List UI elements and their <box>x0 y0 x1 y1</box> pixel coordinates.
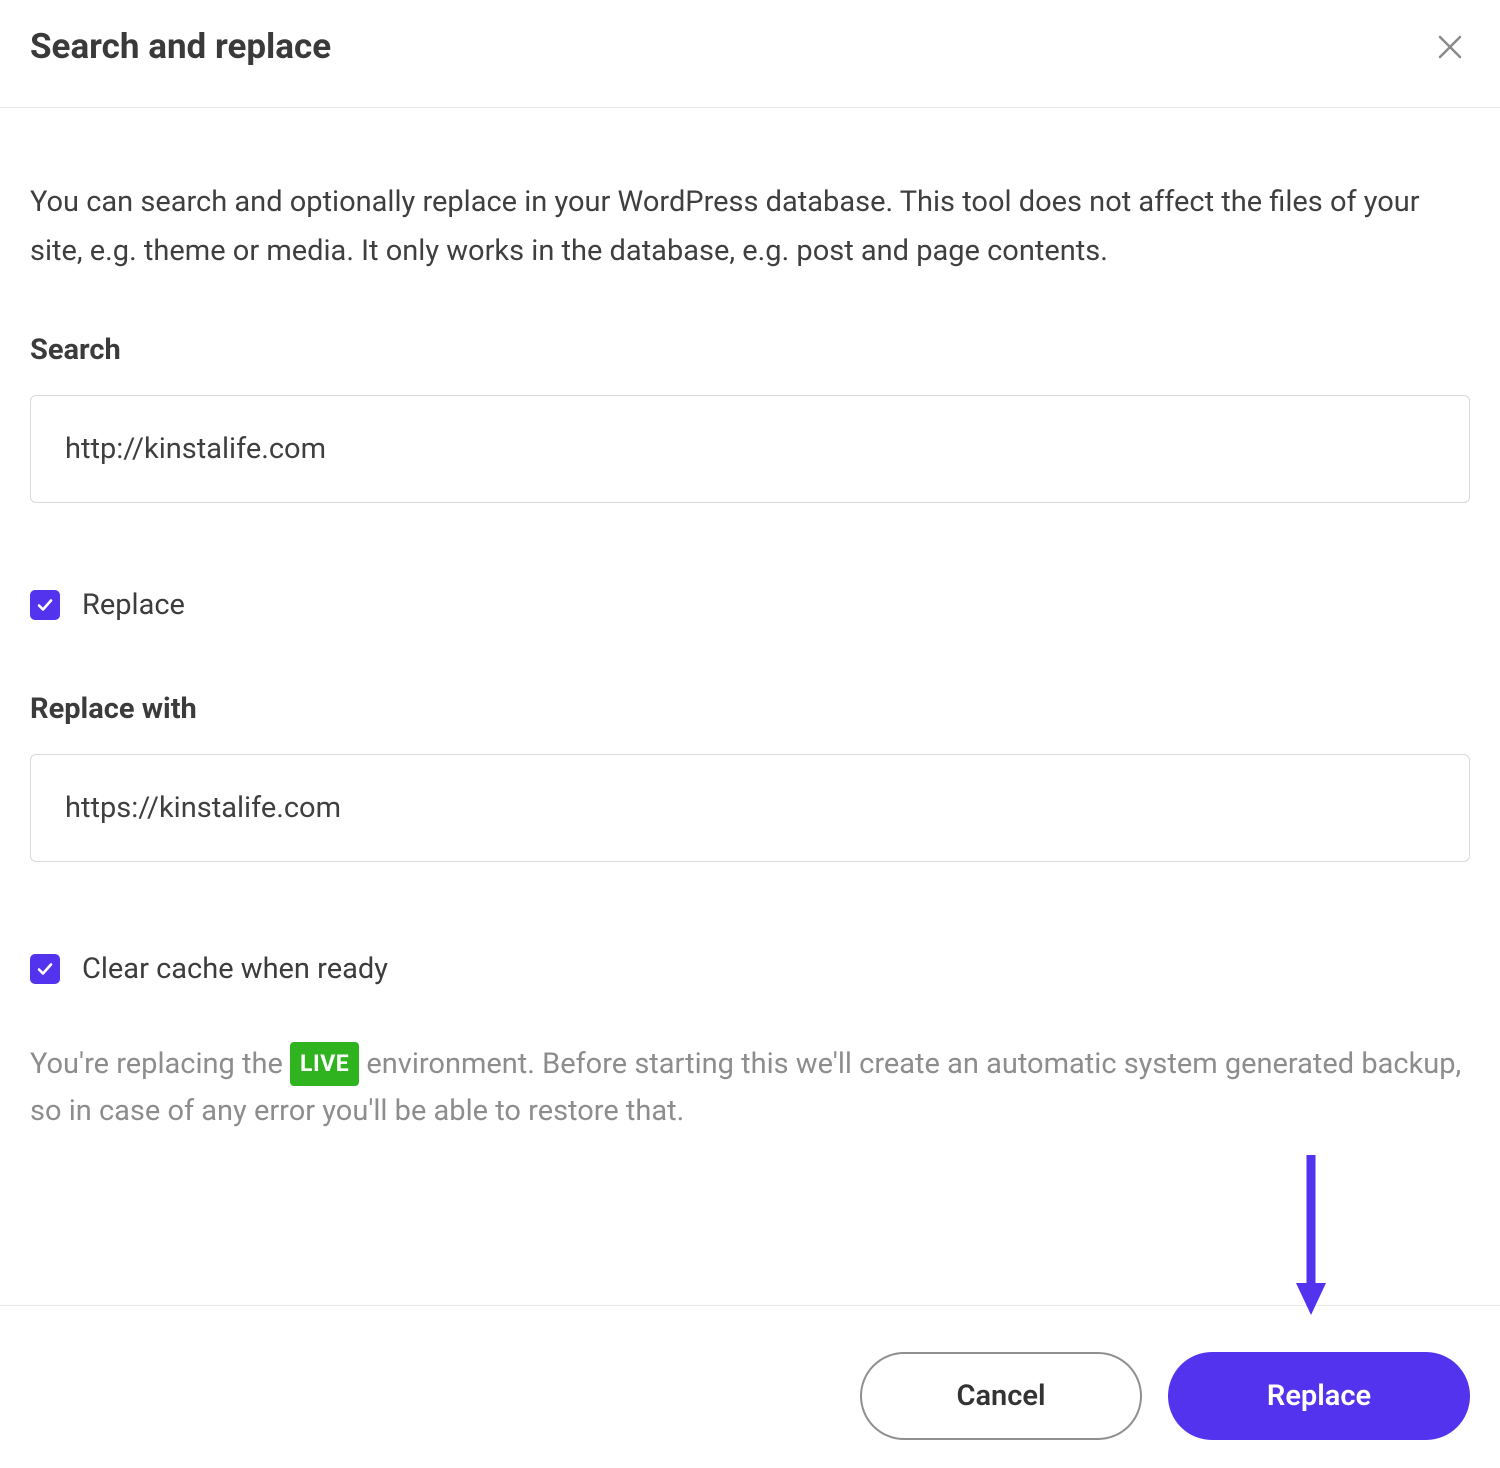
modal-title: Search and replace <box>30 26 331 67</box>
modal-footer: Cancel Replace <box>0 1323 1500 1468</box>
replace-button-label: Replace <box>1267 1379 1371 1413</box>
note-prefix: You're replacing the <box>30 1047 283 1081</box>
modal-header: Search and replace <box>0 0 1500 107</box>
check-icon <box>36 960 54 978</box>
search-input[interactable] <box>30 395 1470 503</box>
arrow-annotation-icon <box>1296 1155 1326 1315</box>
replace-with-input[interactable] <box>30 754 1470 862</box>
replace-checkbox-row[interactable]: Replace <box>30 588 1470 622</box>
environment-note: You're replacing the LIVE environment. B… <box>30 1041 1470 1137</box>
description-text: You can search and optionally replace in… <box>30 178 1470 277</box>
cancel-button[interactable]: Cancel <box>860 1352 1142 1440</box>
replace-with-label: Replace with <box>30 692 1470 726</box>
search-label: Search <box>30 333 1470 367</box>
close-icon <box>1437 34 1463 60</box>
replace-button[interactable]: Replace <box>1168 1352 1470 1440</box>
modal-body: You can search and optionally replace in… <box>0 108 1500 1176</box>
cancel-button-label: Cancel <box>957 1379 1046 1413</box>
footer-divider <box>0 1305 1500 1306</box>
replace-checkbox[interactable] <box>30 590 60 620</box>
close-button[interactable] <box>1430 27 1470 67</box>
env-badge: LIVE <box>290 1042 359 1086</box>
check-icon <box>36 596 54 614</box>
replace-checkbox-label: Replace <box>82 588 185 622</box>
search-replace-modal: Search and replace You can search and op… <box>0 0 1500 1468</box>
clear-cache-checkbox[interactable] <box>30 954 60 984</box>
clear-cache-checkbox-label: Clear cache when ready <box>82 952 388 986</box>
clear-cache-checkbox-row[interactable]: Clear cache when ready <box>30 952 1470 986</box>
